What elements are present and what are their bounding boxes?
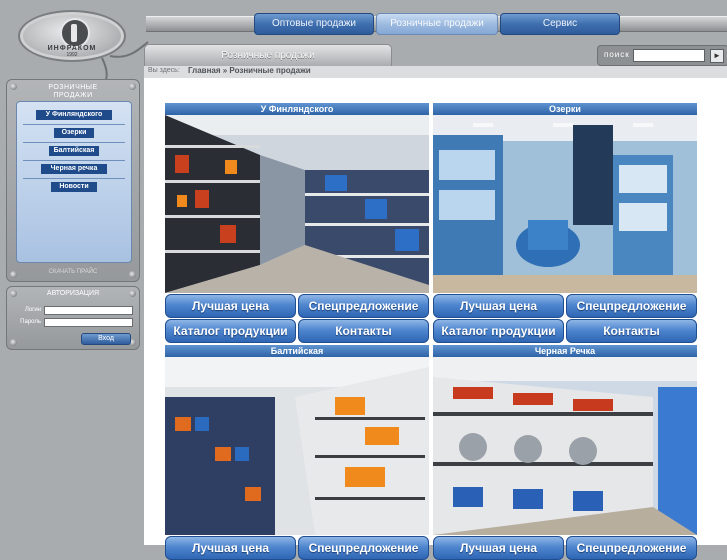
search-go-icon[interactable]: ► <box>710 49 724 63</box>
breadcrumb-path[interactable]: Главная » Розничные продажи <box>188 66 311 75</box>
price-download-link[interactable]: СКАЧАТЬ ПРАЙС <box>7 269 139 275</box>
store-title[interactable]: У Финляндского <box>165 103 429 115</box>
store-interior-image <box>433 115 697 293</box>
special-offer-button[interactable]: Спецпредложение <box>298 536 429 560</box>
best-price-button[interactable]: Лучшая цена <box>433 536 564 560</box>
store-interior-image <box>165 115 429 293</box>
password-label: Пароль <box>20 319 41 325</box>
best-price-button[interactable]: Лучшая цена <box>433 294 564 318</box>
menu-divider <box>23 124 125 125</box>
contacts-button[interactable]: Контакты <box>298 319 429 343</box>
search-box: поиск ► <box>597 45 727 66</box>
menu-title: РОЗНИЧНЫЕ ПРОДАЖИ <box>48 84 98 99</box>
menu-item-finlyandsky[interactable]: У Финляндского <box>36 110 112 120</box>
menu-divider <box>23 142 125 143</box>
screw-icon <box>10 83 17 90</box>
breadcrumb: Вы здесь: Главная » Розничные продажи <box>144 66 727 78</box>
best-price-button[interactable]: Лучшая цена <box>165 536 296 560</box>
store-card-chernaya-rechka: Черная Речка Лучшая цена Спецпредложение <box>433 345 697 560</box>
screw-icon <box>10 339 17 346</box>
store-photo[interactable] <box>433 357 697 535</box>
nav-wholesale[interactable]: Оптовые продажи <box>254 13 374 35</box>
search-label: поиск <box>604 50 630 59</box>
store-card-ozerki: Озерки Лучшая цена Спецпредложение Катал… <box>433 103 697 343</box>
auth-panel: АВТОРИЗАЦИЯ Логин Пароль Вход <box>6 286 140 350</box>
auth-title: АВТОРИЗАЦИЯ <box>46 290 100 297</box>
best-price-button[interactable]: Лучшая цена <box>165 294 296 318</box>
store-title[interactable]: Балтийская <box>165 345 429 357</box>
store-title[interactable]: Озерки <box>433 103 697 115</box>
store-card-finlyandsky: У Финляндского Лучшая цена Спецпредложен… <box>165 103 429 343</box>
catalog-button[interactable]: Каталог продукции <box>433 319 564 343</box>
menu-item-chernaya-rechka[interactable]: Черная речка <box>41 164 107 174</box>
login-button[interactable]: Вход <box>81 333 131 345</box>
login-label: Логин <box>24 307 41 313</box>
catalog-button[interactable]: Каталог продукции <box>165 319 296 343</box>
password-input[interactable] <box>44 318 133 327</box>
search-input[interactable] <box>633 49 705 62</box>
menu-item-baltiyskaya[interactable]: Балтийская <box>49 146 99 156</box>
menu-divider <box>23 160 125 161</box>
special-offer-button[interactable]: Спецпредложение <box>298 294 429 318</box>
top-navigation: Оптовые продажи Розничные продажи Сервис <box>146 12 727 36</box>
nav-retail[interactable]: Розничные продажи <box>376 13 498 35</box>
menu-divider <box>23 178 125 179</box>
contacts-button[interactable]: Контакты <box>566 319 697 343</box>
store-photo[interactable] <box>433 115 697 293</box>
main-content: У Финляндского Лучшая цена Спецпредложен… <box>144 78 727 560</box>
nav-service[interactable]: Сервис <box>500 13 620 35</box>
special-offer-button[interactable]: Спецпредложение <box>566 536 697 560</box>
store-title[interactable]: Черная Речка <box>433 345 697 357</box>
store-photo[interactable] <box>165 115 429 293</box>
login-input[interactable] <box>44 306 133 315</box>
menu-item-ozerki[interactable]: Озерки <box>54 128 94 138</box>
special-offer-button[interactable]: Спецпредложение <box>566 294 697 318</box>
store-card-baltiyskaya: Балтийская Лучшая цена Спецпредложение <box>165 345 429 560</box>
menu-item-news[interactable]: Новости <box>51 182 97 192</box>
breadcrumb-label: Вы здесь: <box>148 67 180 74</box>
store-interior-image <box>165 357 429 535</box>
logo-mark-icon <box>60 18 90 48</box>
store-photo[interactable] <box>165 357 429 535</box>
menu-list: У Финляндского Озерки Балтийская Черная … <box>16 101 132 263</box>
store-interior-image <box>433 357 697 535</box>
retail-menu-panel: РОЗНИЧНЫЕ ПРОДАЖИ У Финляндского Озерки … <box>6 79 140 282</box>
page-title: Розничные продажи <box>144 44 392 68</box>
screw-icon <box>129 83 136 90</box>
